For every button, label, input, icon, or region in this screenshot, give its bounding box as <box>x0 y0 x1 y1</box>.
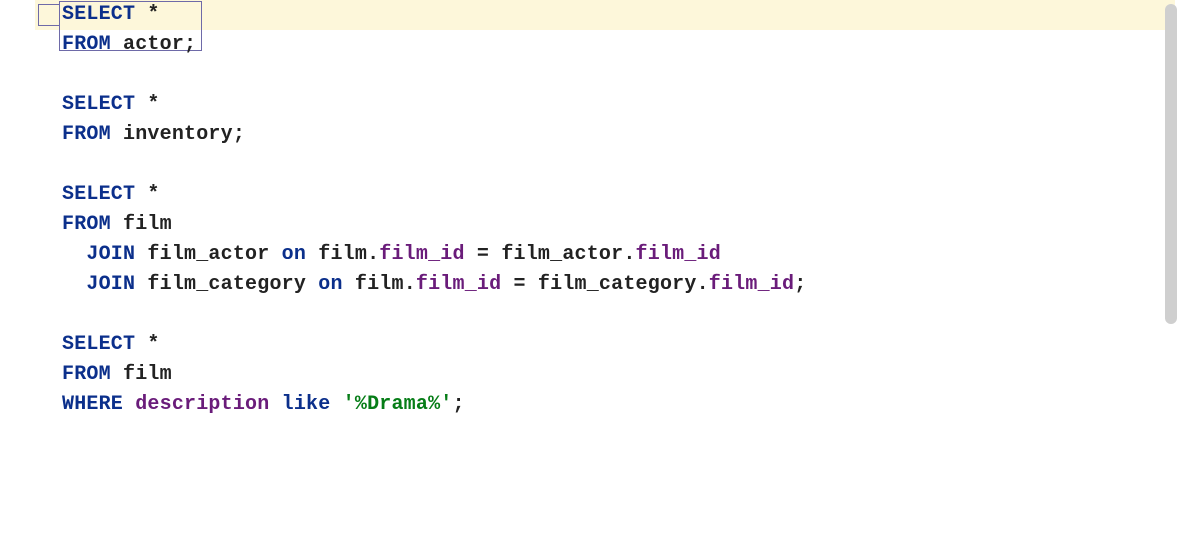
token-kw: FROM <box>62 123 111 146</box>
token-op: * <box>147 183 159 206</box>
token-str: '%Drama%' <box>343 393 453 416</box>
code-line[interactable]: FROM actor; <box>62 30 1172 60</box>
code-area[interactable]: SELECT *FROM actor;SELECT *FROM inventor… <box>62 0 1172 420</box>
token-id: film_id <box>416 273 501 296</box>
token-op: . <box>623 243 635 266</box>
token-op: * <box>147 3 159 26</box>
token-kw: WHERE <box>62 393 123 416</box>
token-op: = <box>501 273 538 296</box>
token-txt: film_category <box>538 273 697 296</box>
token-semi: ; <box>453 393 465 416</box>
token-txt <box>269 243 281 266</box>
code-line[interactable]: FROM film <box>62 210 1172 240</box>
token-semi: ; <box>184 33 196 56</box>
token-kw: on <box>318 273 342 296</box>
code-line[interactable] <box>62 60 1172 90</box>
token-txt <box>135 93 147 116</box>
token-op: . <box>404 273 416 296</box>
gutter-breakpoint-marker[interactable] <box>38 4 60 26</box>
code-line[interactable]: JOIN film_actor on film.film_id = film_a… <box>62 240 1172 270</box>
token-txt: film <box>355 273 404 296</box>
token-kw: FROM <box>62 33 111 56</box>
token-kw: JOIN <box>86 243 135 266</box>
token-semi: ; <box>233 123 245 146</box>
token-kw: SELECT <box>62 333 135 356</box>
token-txt <box>135 183 147 206</box>
token-txt <box>343 273 355 296</box>
token-txt <box>111 363 123 386</box>
code-line[interactable]: SELECT * <box>62 330 1172 360</box>
code-line[interactable]: WHERE description like '%Drama%'; <box>62 390 1172 420</box>
token-txt <box>269 393 281 416</box>
code-line[interactable] <box>62 150 1172 180</box>
token-kw: JOIN <box>86 273 135 296</box>
token-op: . <box>367 243 379 266</box>
token-id: description <box>135 393 269 416</box>
code-line[interactable]: SELECT * <box>62 90 1172 120</box>
token-txt <box>135 273 147 296</box>
token-kw: on <box>282 243 306 266</box>
token-txt: film_actor <box>147 243 269 266</box>
token-txt <box>306 273 318 296</box>
code-line[interactable]: JOIN film_category on film.film_id = fil… <box>62 270 1172 300</box>
token-semi: ; <box>794 273 806 296</box>
token-id: film_id <box>709 273 794 296</box>
token-txt <box>135 243 147 266</box>
token-txt <box>111 123 123 146</box>
token-txt <box>306 243 318 266</box>
token-op: * <box>147 93 159 116</box>
token-txt: actor <box>123 33 184 56</box>
token-txt <box>111 213 123 236</box>
token-kw: FROM <box>62 213 111 236</box>
token-kw: SELECT <box>62 3 135 26</box>
token-txt: film <box>123 363 172 386</box>
token-op: * <box>147 333 159 356</box>
token-kw: FROM <box>62 363 111 386</box>
token-txt <box>330 393 342 416</box>
code-line[interactable]: FROM film <box>62 360 1172 390</box>
token-txt: film <box>123 213 172 236</box>
code-line[interactable]: FROM inventory; <box>62 120 1172 150</box>
code-line[interactable]: SELECT * <box>62 180 1172 210</box>
token-op: = <box>465 243 502 266</box>
token-id: film_id <box>636 243 721 266</box>
token-txt <box>123 393 135 416</box>
code-line[interactable]: SELECT * <box>62 0 1172 30</box>
sql-editor[interactable]: SELECT *FROM actor;SELECT *FROM inventor… <box>0 0 1180 540</box>
token-kw: like <box>282 393 331 416</box>
token-txt <box>135 333 147 356</box>
token-txt: film_actor <box>501 243 623 266</box>
token-id: film_id <box>379 243 464 266</box>
token-txt: film_category <box>147 273 306 296</box>
token-kw: SELECT <box>62 183 135 206</box>
code-line[interactable] <box>62 300 1172 330</box>
token-txt: film <box>318 243 367 266</box>
token-txt <box>111 33 123 56</box>
token-op: . <box>697 273 709 296</box>
token-txt: inventory <box>123 123 233 146</box>
token-kw: SELECT <box>62 93 135 116</box>
token-txt <box>135 3 147 26</box>
